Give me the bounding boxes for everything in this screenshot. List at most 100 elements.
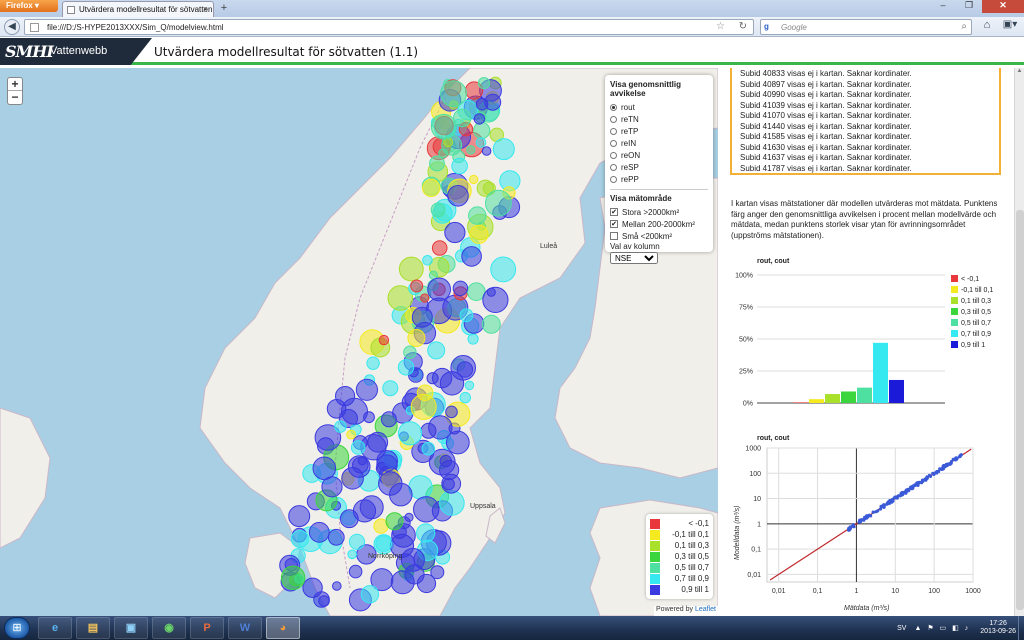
station-marker[interactable] xyxy=(484,93,502,111)
bookmark-star-icon[interactable]: ☆ xyxy=(716,21,725,32)
checkbox[interactable]: ✔ xyxy=(610,220,618,228)
station-marker[interactable] xyxy=(382,380,399,397)
station-marker[interactable] xyxy=(481,146,492,156)
area-option[interactable]: ✔ Stora >2000km² xyxy=(610,206,708,218)
radio-button[interactable] xyxy=(610,151,617,159)
station-marker[interactable] xyxy=(430,565,445,580)
station-marker[interactable] xyxy=(452,280,469,297)
station-marker[interactable] xyxy=(413,496,440,523)
station-marker[interactable] xyxy=(347,549,358,560)
station-marker[interactable] xyxy=(416,384,434,402)
station-marker[interactable] xyxy=(400,547,425,572)
station-marker[interactable] xyxy=(473,113,486,125)
radio-button[interactable] xyxy=(610,115,617,123)
variable-option[interactable]: reON xyxy=(610,149,708,161)
browser-tab[interactable]: Utvärdera modellresultat för sötvatten × xyxy=(62,1,214,17)
maximize-icon[interactable]: ❐ xyxy=(956,0,982,13)
search-box[interactable]: g Google ⌕ xyxy=(760,19,972,35)
station-marker[interactable] xyxy=(280,565,306,590)
station-marker[interactable] xyxy=(360,585,380,604)
station-marker[interactable] xyxy=(378,334,390,346)
station-marker[interactable] xyxy=(290,530,309,548)
station-marker[interactable] xyxy=(411,306,433,328)
station-marker[interactable] xyxy=(346,429,357,440)
station-marker[interactable] xyxy=(427,341,446,360)
station-marker[interactable] xyxy=(482,286,509,313)
scrollbar-thumb[interactable] xyxy=(1016,210,1024,610)
checkbox[interactable]: ✔ xyxy=(610,208,618,216)
station-marker[interactable] xyxy=(376,450,399,472)
home-icon[interactable]: ⌂ xyxy=(978,19,996,35)
close-tab-icon[interactable]: × xyxy=(203,4,208,14)
variable-option[interactable]: reTN xyxy=(610,113,708,125)
station-marker[interactable] xyxy=(420,293,430,303)
station-marker[interactable] xyxy=(308,521,330,543)
station-marker[interactable] xyxy=(348,564,363,579)
station-marker[interactable] xyxy=(334,420,347,433)
station-marker[interactable] xyxy=(440,80,467,107)
clock[interactable]: 17:26 2013-09-26 xyxy=(980,620,1016,636)
station-marker[interactable] xyxy=(366,356,380,370)
station-marker[interactable] xyxy=(430,113,457,140)
station-marker[interactable] xyxy=(404,512,414,522)
radio-button[interactable] xyxy=(610,163,617,171)
back-arrow-icon[interactable]: ◀ xyxy=(4,19,20,35)
area-option[interactable]: ✔ Mellan 200-2000km² xyxy=(610,218,708,230)
station-marker[interactable] xyxy=(348,533,366,550)
station-marker[interactable] xyxy=(485,189,512,217)
taskbar-app-powerpoint-icon[interactable]: P xyxy=(190,617,224,639)
language-indicator[interactable]: SV xyxy=(897,625,906,632)
station-marker[interactable] xyxy=(431,240,448,256)
station-marker[interactable] xyxy=(469,224,489,244)
station-marker[interactable] xyxy=(327,528,345,546)
vertical-scrollbar[interactable]: ▲ xyxy=(1014,68,1024,616)
station-marker[interactable] xyxy=(459,391,471,404)
smhi-logo[interactable]: SMHI Vattenwebb xyxy=(0,38,152,65)
station-marker[interactable] xyxy=(398,256,424,282)
station-marker[interactable] xyxy=(355,378,378,401)
station-marker[interactable] xyxy=(429,155,445,172)
station-marker[interactable] xyxy=(490,256,517,283)
station-marker[interactable] xyxy=(466,145,476,155)
taskbar-app-ie-icon[interactable]: e xyxy=(38,617,72,639)
checkbox[interactable] xyxy=(610,232,618,240)
station-marker[interactable] xyxy=(397,359,415,376)
station-marker[interactable] xyxy=(288,505,311,528)
addon-bar-icon[interactable]: ▣▾ xyxy=(1000,19,1020,35)
taskbar-app-word-icon[interactable]: W xyxy=(228,617,262,639)
station-marker[interactable] xyxy=(359,495,384,520)
station-marker[interactable] xyxy=(426,372,439,385)
station-marker[interactable] xyxy=(464,380,475,391)
variable-option[interactable]: rout xyxy=(610,101,708,113)
station-marker[interactable] xyxy=(312,456,337,481)
firefox-menu-button[interactable]: Firefox ▾ xyxy=(0,0,58,12)
station-marker[interactable] xyxy=(447,185,469,207)
close-window-icon[interactable]: ✕ xyxy=(982,0,1024,13)
station-marker[interactable] xyxy=(302,577,323,598)
search-icon[interactable]: ⌕ xyxy=(961,21,967,32)
new-tab-button[interactable]: + xyxy=(216,2,232,16)
station-marker[interactable] xyxy=(473,121,491,140)
radio-button[interactable] xyxy=(610,139,617,147)
column-select[interactable]: NSE xyxy=(610,252,658,264)
station-marker[interactable] xyxy=(445,405,458,419)
station-marker[interactable] xyxy=(451,157,468,175)
minimize-icon[interactable]: – xyxy=(930,0,956,13)
station-marker[interactable] xyxy=(461,246,482,267)
station-marker[interactable] xyxy=(422,178,441,198)
variable-option[interactable]: reSP xyxy=(610,161,708,173)
show-desktop-button[interactable] xyxy=(1018,616,1024,640)
station-marker[interactable] xyxy=(475,137,487,148)
radio-button[interactable] xyxy=(610,103,617,111)
station-marker[interactable] xyxy=(375,535,392,552)
taskbar-app-firefox-icon[interactable]: ◕ xyxy=(266,617,300,639)
taskbar-app-explorer-icon[interactable]: ▤ xyxy=(76,617,110,639)
variable-option[interactable]: reTP xyxy=(610,125,708,137)
station-marker[interactable] xyxy=(363,411,375,424)
taskbar-app-network-icon[interactable]: ▣ xyxy=(114,617,148,639)
station-marker[interactable] xyxy=(430,202,446,218)
station-marker[interactable] xyxy=(444,221,466,244)
station-marker[interactable] xyxy=(469,174,479,185)
radio-button[interactable] xyxy=(610,175,617,183)
zoom-out-button[interactable]: − xyxy=(8,91,22,104)
